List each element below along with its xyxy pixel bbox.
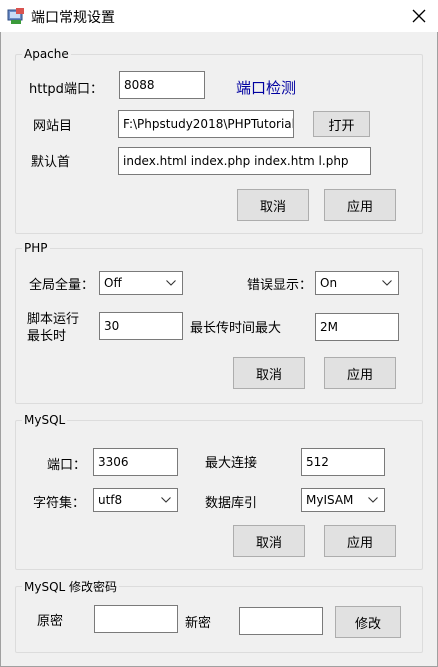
title-bar: 端口常规设置 [0,0,438,32]
site-dir-input[interactable]: F:\Phpstudy2018\PHPTutorial [118,110,294,138]
port-check-link[interactable]: 端口检测 [236,77,296,98]
default-index-label: 默认首 [31,155,71,170]
chevron-down-icon [161,497,171,503]
php-apply-button[interactable]: 应用 [324,357,396,389]
engine-select[interactable]: MyISAM [301,488,385,512]
max-upload-label: 最长传时间最大 [190,321,282,336]
max-conn-label: 最大连接 [205,456,258,471]
php-cancel-button[interactable]: 取消 [233,357,305,389]
app-icon [7,8,24,24]
max-upload-input[interactable]: 2M [315,313,399,341]
max-conn-input[interactable]: 512 [301,448,385,476]
engine-label: 数据库引 [205,496,258,511]
apache-legend: Apache [22,47,71,61]
mysql-apply-button[interactable]: 应用 [324,525,396,557]
mysql-legend: MySQL [22,413,68,427]
mysql-port-label: 端口： [47,458,87,473]
httpd-port-input[interactable]: 8088 [119,71,205,99]
mysql-port-input[interactable]: 3306 [93,448,178,476]
error-display-label: 错误显示： [247,278,313,293]
new-password-label: 新密 [185,616,212,631]
error-display-select-value: On [320,276,338,290]
charset-select-value: utf8 [98,493,123,507]
old-password-label: 原密 [37,614,64,629]
close-icon [412,9,425,23]
new-password-input[interactable] [239,607,323,635]
php-legend: PHP [22,241,50,255]
httpd-port-label: httpd端口： [29,82,103,97]
open-button[interactable]: 打开 [313,111,370,137]
old-password-input[interactable] [94,605,178,633]
max-exec-label-line2: 最长时 [27,329,67,344]
global-select-value: Off [104,276,122,290]
apache-apply-button[interactable]: 应用 [324,189,396,221]
modify-password-button[interactable]: 修改 [335,606,401,638]
window-title: 端口常规设置 [31,10,115,26]
mysql-cancel-button[interactable]: 取消 [233,525,305,557]
default-index-input[interactable]: index.html index.php index.htm l.php [118,147,371,175]
charset-label: 字符集： [33,496,86,511]
site-dir-label: 网站目 [33,119,73,134]
global-label: 全局全量： [29,278,95,293]
chevron-down-icon [382,280,392,286]
chevron-down-icon [166,280,176,286]
chevron-down-icon [368,497,378,503]
apache-cancel-button[interactable]: 取消 [237,189,309,221]
error-display-select[interactable]: On [315,271,399,295]
engine-select-value: MyISAM [306,493,354,507]
close-button[interactable] [399,0,438,32]
global-select[interactable]: Off [99,271,183,295]
charset-select[interactable]: utf8 [93,488,178,512]
max-exec-input[interactable]: 30 [99,312,183,340]
mysql-password-legend: MySQL 修改密码 [22,578,120,595]
